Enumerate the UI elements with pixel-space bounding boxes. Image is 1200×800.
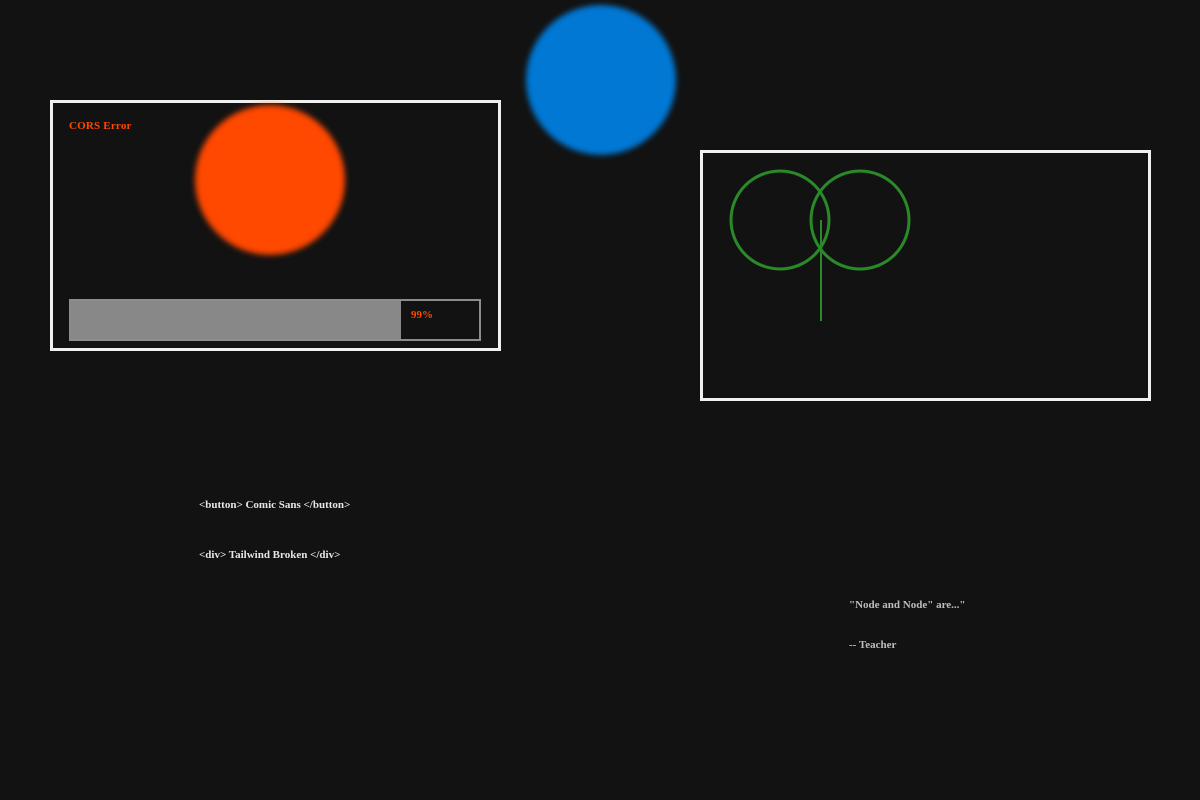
progress-bar: 99% — [69, 299, 481, 341]
progress-fill — [71, 301, 402, 339]
code-snippet-button: <button> Comic Sans </button> — [199, 499, 351, 511]
quote-author: -- Teacher — [849, 639, 897, 651]
progress-label: 99% — [411, 309, 433, 321]
diagram-panel — [700, 150, 1151, 401]
orange-circle — [195, 105, 345, 255]
quote-text: "Node and Node" are..." — [849, 599, 966, 611]
error-label: CORS Error — [69, 120, 132, 132]
code-snippet-div: <div> Tailwind Broken </div> — [199, 549, 341, 561]
blue-circle — [526, 5, 676, 155]
canvas: CORS Error 99% <button> Comic Sans </but… — [0, 0, 1200, 800]
